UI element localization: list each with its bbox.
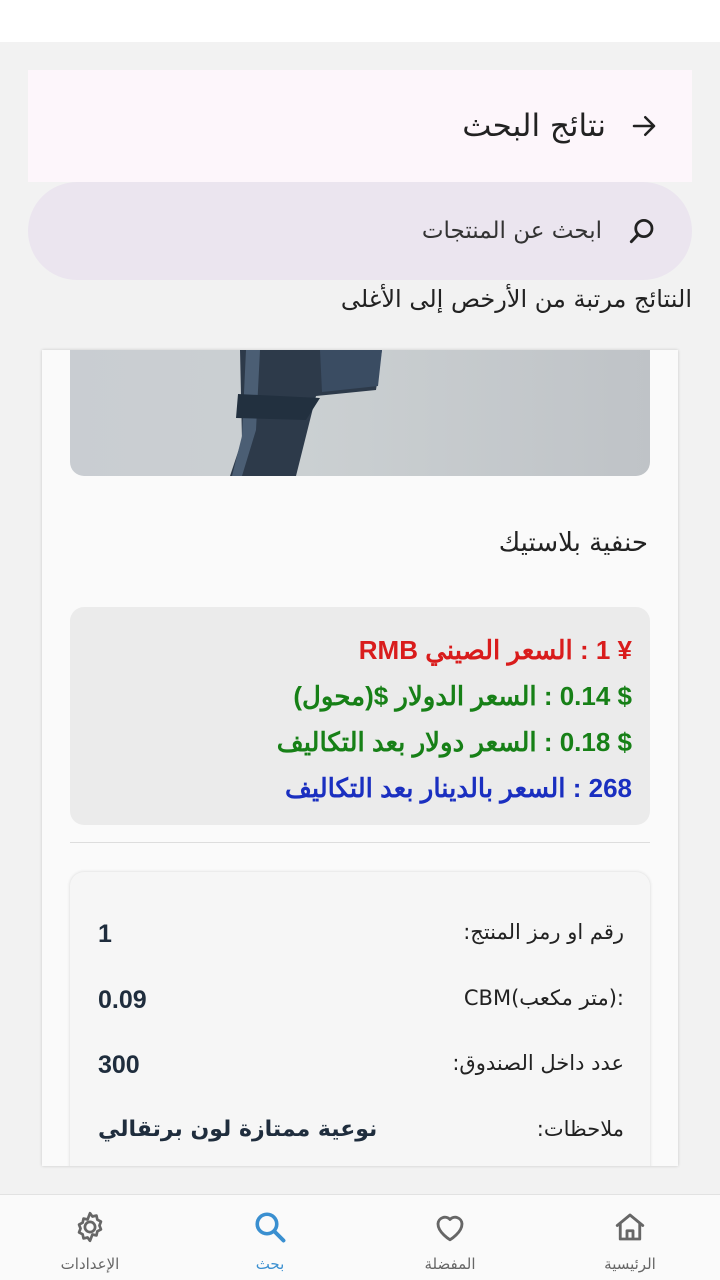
search-input[interactable]: [122, 218, 602, 244]
page-title: نتائج البحث: [462, 108, 606, 144]
app-header: نتائج البحث: [28, 70, 692, 182]
detail-label: :(متر مكعب)CBM: [463, 986, 624, 1010]
bottom-nav: الإعدادات بحث المفضلة الرئيسية: [0, 1194, 720, 1280]
arrow-right-icon: [632, 116, 656, 136]
detail-value: 1: [98, 920, 112, 948]
price-usd: $ 0.14 : السعر الدولار $(محول): [293, 681, 632, 711]
nav-favorites[interactable]: المفضلة: [360, 1195, 540, 1280]
heart-icon: [436, 1215, 464, 1242]
price-rmb: ¥ 1 : السعر الصيني RMB: [358, 635, 632, 665]
nav-home[interactable]: الرئيسية: [540, 1195, 720, 1280]
detail-row-code: رقم او رمز المنتج: 1: [70, 920, 650, 960]
nav-settings-label: الإعدادات: [60, 1255, 120, 1273]
nav-favorites-label: المفضلة: [424, 1255, 476, 1273]
status-bar: [0, 0, 720, 42]
nav-settings[interactable]: الإعدادات: [0, 1195, 180, 1280]
price-box: ¥ 1 : السعر الصيني RMB $ 0.14 : السعر ال…: [70, 607, 650, 825]
home-icon: [615, 1213, 645, 1241]
detail-value: 0.09: [98, 986, 147, 1014]
detail-row-cbm: :(متر مكعب)CBM 0.09: [70, 986, 650, 1026]
detail-row-box-count: عدد داخل الصندوق: 300: [70, 1051, 650, 1091]
product-card[interactable]: حنفية بلاستيك ¥ 1 : السعر الصيني RMB $ 0…: [42, 350, 678, 1166]
product-image[interactable]: [70, 350, 650, 476]
detail-value: نوعية ممتازة لون برتقالي: [98, 1117, 378, 1142]
nav-search-label: بحث: [255, 1255, 285, 1273]
detail-label: عدد داخل الصندوق:: [452, 1051, 624, 1075]
detail-label: ملاحظات:: [536, 1117, 624, 1141]
search-icon[interactable]: [624, 213, 660, 249]
search-icon: [255, 1212, 286, 1243]
gear-icon: [77, 1211, 103, 1243]
product-name: حنفية بلاستيك: [498, 528, 648, 558]
product-details: رقم او رمز المنتج: 1 :(متر مكعب)CBM 0.09…: [70, 872, 650, 1166]
search-bar[interactable]: [28, 182, 692, 280]
nav-home-label: الرئيسية: [604, 1255, 656, 1273]
nav-search[interactable]: بحث: [180, 1195, 360, 1280]
detail-label: رقم او رمز المنتج:: [463, 920, 624, 944]
back-button[interactable]: [624, 106, 664, 146]
price-usd-after-costs: $ 0.18 : السعر دولار بعد التكاليف: [276, 727, 632, 757]
detail-row-notes: ملاحظات: نوعية ممتازة لون برتقالي: [70, 1117, 650, 1157]
detail-value: 300: [98, 1051, 140, 1079]
price-dinar-after-costs: 268 : السعر بالدينار بعد التكاليف: [284, 773, 632, 803]
divider: [70, 842, 650, 843]
sort-note: النتائج مرتبة من الأرخص إلى الأغلى: [340, 285, 692, 313]
